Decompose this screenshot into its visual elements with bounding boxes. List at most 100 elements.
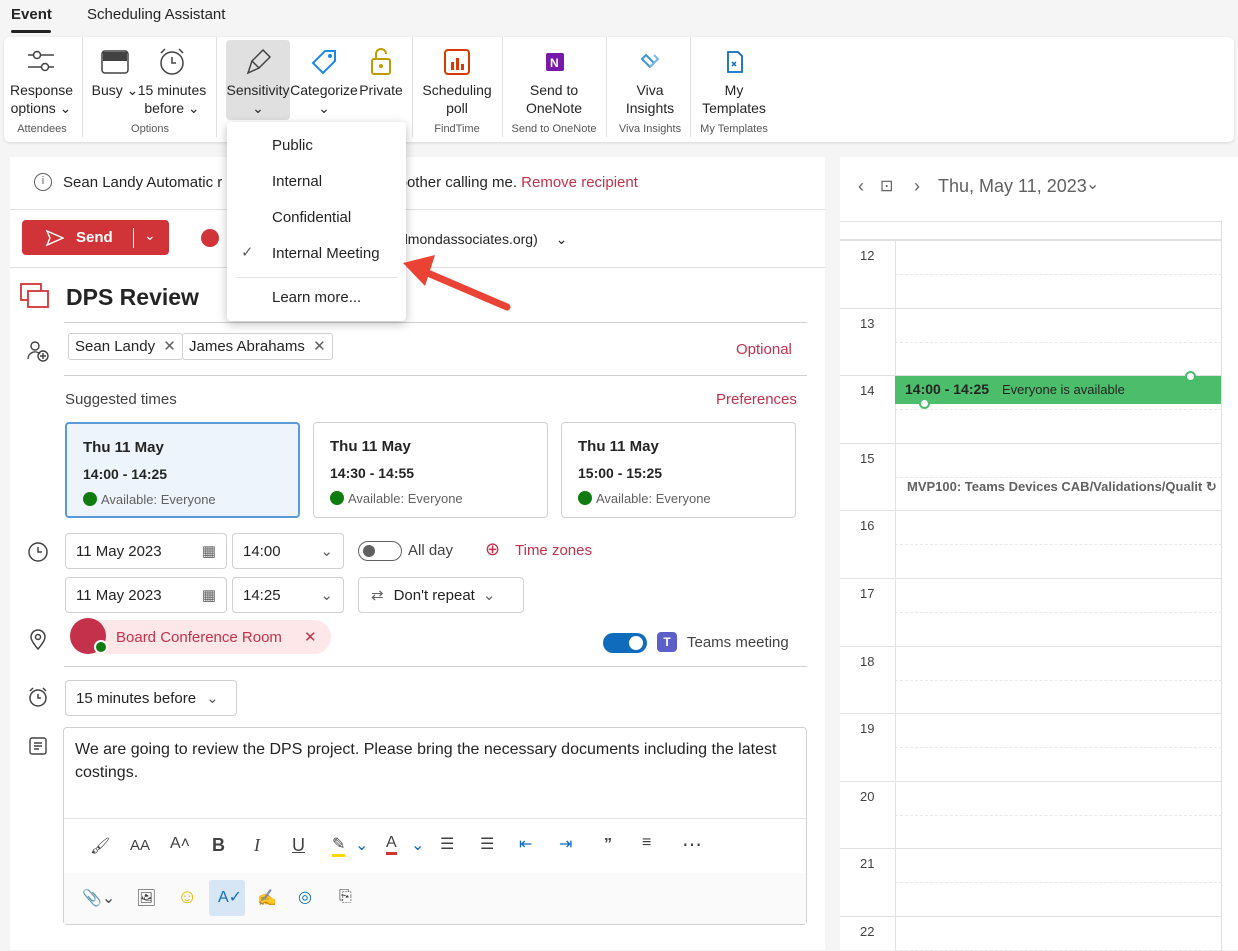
highlight-icon[interactable]: ✎	[332, 834, 346, 857]
insert-document-icon[interactable]: ⎘	[339, 888, 352, 906]
tab-scheduling-assistant[interactable]: Scheduling Assistant	[87, 6, 225, 23]
remove-attendee-icon[interactable]: ✕	[313, 338, 326, 355]
start-date-field[interactable]: 11 May 2023 ▦	[65, 533, 227, 569]
next-day-button[interactable]: ›	[914, 176, 920, 197]
half-hour-line	[895, 409, 1222, 411]
sensitivity-menu: Public Internal Confidential ✓ Internal …	[227, 122, 406, 321]
half-hour-line	[895, 747, 1222, 749]
all-day-toggle[interactable]	[358, 541, 402, 561]
align-icon[interactable]: ≡	[642, 834, 651, 852]
reminder-dropdown[interactable]: 15 minutes before ⌄	[65, 680, 237, 716]
calendar-date-picker[interactable]: Thu, May 11, 2023	[938, 176, 1087, 197]
categorize-chevron: ⌄	[318, 100, 330, 116]
chevron-down-icon[interactable]: ⌄	[411, 835, 424, 855]
scheduling-poll-button[interactable]: Scheduling poll	[418, 45, 496, 117]
remove-attendee-icon[interactable]: ✕	[163, 338, 176, 355]
tab-event[interactable]: Event	[11, 6, 52, 23]
preferences-link[interactable]: Preferences	[716, 391, 797, 408]
bold-icon[interactable]: B	[212, 835, 225, 856]
reminder-label2: before ⌄	[144, 100, 200, 116]
tab-underline	[11, 30, 51, 33]
loop-icon[interactable]: ◎	[298, 887, 312, 907]
font-icon[interactable]: AA	[130, 837, 150, 854]
attendee-chip[interactable]: Sean Landy ✕	[68, 333, 183, 360]
busy-label: Busy ⌄	[91, 82, 139, 98]
sensitivity-button[interactable]: Sensitivity ⌄	[226, 45, 290, 117]
busy-button[interactable]: Busy ⌄	[90, 45, 140, 99]
all-day-label: All day	[408, 542, 454, 559]
reminder-button[interactable]: 15 minutes before ⌄	[134, 45, 210, 117]
learn-more-link[interactable]: Learn more...	[272, 289, 361, 306]
start-time-field[interactable]: 14:00 ⌄	[232, 533, 344, 569]
suggested-times-label: Suggested times	[65, 391, 177, 408]
decrease-indent-icon[interactable]: ⇤	[519, 834, 532, 854]
attendee-chip[interactable]: James Abrahams ✕	[182, 333, 333, 360]
viva-label2: Insights	[625, 100, 675, 116]
remove-location-icon[interactable]: ✕	[304, 628, 317, 646]
chevron-down-icon[interactable]: ⌄	[355, 835, 368, 855]
alarm-icon	[29, 687, 47, 707]
suggested-time-card[interactable]: Thu 11 May 14:00 - 14:25 Available: Every…	[65, 422, 300, 518]
from-account[interactable]: dmondassociates.org) ⌄	[400, 231, 567, 248]
attach-icon[interactable]: 📎⌄	[82, 888, 115, 908]
location-chip[interactable]: Board Conference Room ✕	[70, 618, 331, 654]
suggested-time-card[interactable]: Thu 11 May 14:30 - 14:55 Available: Every…	[313, 422, 548, 518]
event-note: Everyone is available	[1002, 382, 1125, 397]
suggested-time-card[interactable]: Thu 11 May 15:00 - 15:25 Available: Every…	[561, 422, 796, 518]
hour-label: 17	[860, 586, 875, 601]
viva-insights-button[interactable]: Viva Insights	[614, 45, 686, 117]
suggested-event-block[interactable]: 14:00 - 14:25 Everyone is available	[895, 371, 1221, 409]
go-to-today-icon[interactable]: ⊡	[880, 176, 893, 196]
remove-recipient-link[interactable]: Remove recipient	[521, 174, 638, 191]
optional-attendees-link[interactable]: Optional	[736, 341, 792, 358]
underline-icon[interactable]: U	[292, 835, 305, 856]
hour-label: 22	[860, 924, 875, 939]
more-options-icon[interactable]: ⋯	[682, 832, 702, 857]
quote-icon[interactable]: ”	[604, 836, 612, 854]
font-size-icon[interactable]: A˄	[170, 835, 190, 853]
send-button[interactable]: Send ⌄	[22, 220, 169, 255]
ribbon: Response options ⌄ Busy ⌄ 15 minutes bef…	[4, 37, 1234, 142]
send-to-onenote-button[interactable]: N Send to OneNote	[510, 45, 598, 117]
body-editor[interactable]: We are going to review the DPS project. …	[63, 727, 807, 925]
editor-icon[interactable]: A✓	[218, 887, 242, 907]
sensitivity-option-public[interactable]: Public	[272, 137, 313, 154]
add-people-icon	[27, 341, 49, 362]
signature-icon[interactable]: ✍	[257, 888, 277, 908]
hour-label: 21	[860, 856, 875, 872]
image-icon[interactable]: 🖼	[136, 888, 156, 908]
hour-line	[840, 240, 1222, 241]
private-button[interactable]: Private	[356, 45, 406, 99]
time-zones-link[interactable]: Time zones	[515, 542, 592, 559]
categorize-button[interactable]: Categorize ⌄	[290, 45, 358, 117]
format-painter-icon[interactable]: 🖌	[90, 836, 110, 856]
calendar-event[interactable]: MVP100: Teams Devices CAB/Validations/Qu…	[896, 476, 1221, 500]
response-options-button[interactable]: Response options ⌄	[10, 45, 73, 117]
italic-icon[interactable]: I	[254, 835, 260, 856]
my-templates-button[interactable]: My Templates	[696, 45, 772, 117]
event-title-input[interactable]: DPS Review	[66, 284, 199, 311]
sensitivity-option-internal-meeting[interactable]: Internal Meeting	[272, 245, 380, 262]
previous-day-button[interactable]: ‹	[858, 176, 864, 197]
send-options-chevron[interactable]: ⌄	[144, 227, 156, 244]
room-available-icon	[94, 640, 108, 654]
sensitivity-option-internal[interactable]: Internal	[272, 173, 322, 190]
repeat-icon: ⇄	[371, 587, 384, 604]
increase-indent-icon[interactable]: ⇥	[559, 834, 572, 854]
hour-label: 13	[860, 315, 875, 331]
font-color-icon[interactable]: A	[386, 834, 397, 855]
emoji-icon[interactable]: ☺	[177, 886, 197, 909]
bullets-icon[interactable]: ☰	[440, 834, 454, 854]
send-label: Send	[76, 229, 113, 246]
resize-handle[interactable]	[919, 398, 930, 409]
end-time-field[interactable]: 14:25 ⌄	[232, 577, 344, 613]
alarm-clock-icon	[160, 48, 184, 75]
body-text[interactable]: We are going to review the DPS project. …	[75, 738, 795, 784]
end-date-field[interactable]: 11 May 2023 ▦	[65, 577, 227, 613]
repeat-dropdown[interactable]: ⇄ Don't repeat ⌄	[358, 577, 524, 613]
sensitivity-option-confidential[interactable]: Confidential	[272, 209, 351, 226]
resize-handle[interactable]	[1185, 371, 1196, 382]
location-pin-icon	[30, 629, 46, 651]
numbering-icon[interactable]: ☰	[480, 834, 494, 854]
teams-meeting-toggle[interactable]	[603, 633, 647, 653]
